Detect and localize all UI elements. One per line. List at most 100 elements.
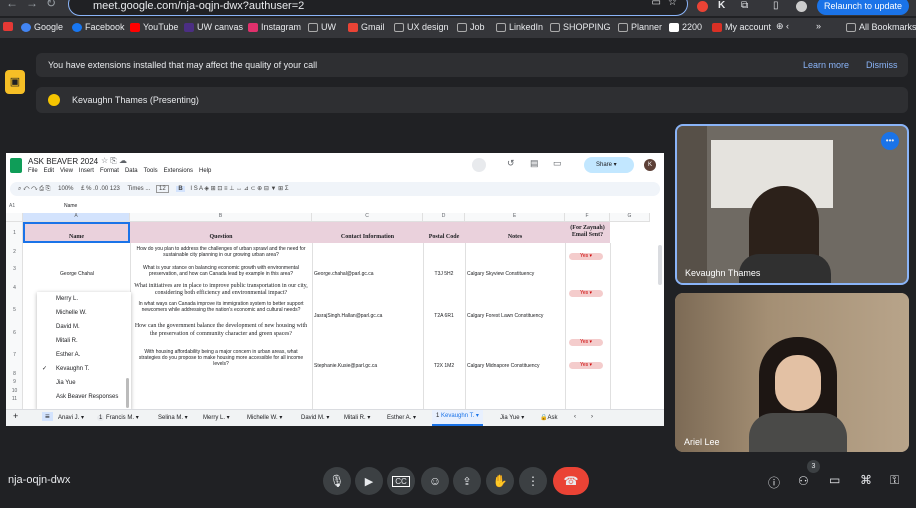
status-chip[interactable]: Yes ▾ [569, 362, 603, 369]
share-button[interactable]: Share ▾ [584, 157, 634, 173]
font-size-input[interactable]: 12 [156, 185, 169, 193]
cell-question[interactable]: How can the government balance the devel… [133, 322, 309, 338]
sheet-title[interactable]: ASK BEAVER 2024 [28, 157, 98, 166]
font-select[interactable]: Times ... [128, 186, 151, 192]
more-bookmarks-icon[interactable]: » [816, 21, 821, 31]
leave-call-button[interactable]: ☎ [553, 467, 589, 495]
star-icon[interactable]: ☆ [668, 0, 677, 8]
raise-hand-button[interactable]: ✋ [486, 467, 514, 495]
menu-edit[interactable]: Edit [44, 168, 54, 174]
cell-question[interactable]: What is your stance on balancing economi… [133, 265, 309, 277]
all-sheets-icon[interactable]: ≡ [42, 412, 53, 421]
k-extension-icon[interactable]: K [718, 0, 725, 11]
menu-help[interactable]: Help [199, 168, 211, 174]
sheet-menu-item[interactable]: Esther A. [37, 348, 131, 362]
all-bookmarks[interactable]: All Bookmarks [846, 22, 916, 32]
captions-button[interactable]: CC [387, 467, 415, 495]
cell-question[interactable]: How do you plan to address the challenge… [133, 246, 309, 258]
formula-bar[interactable]: Name [64, 203, 77, 209]
row-number[interactable]: 11 [6, 396, 23, 402]
cell-notes[interactable]: Calgary Midnapore Constituency [467, 363, 540, 369]
extension-icon[interactable] [697, 1, 708, 12]
star-icon[interactable]: ☆ ⎘ ☁ [101, 156, 127, 166]
tab-selina[interactable]: Selina M. ▾ [158, 414, 188, 421]
collaborator-avatar[interactable] [472, 158, 486, 172]
status-chip[interactable]: Yes ▾ [569, 290, 603, 297]
sheet-menu-item[interactable]: Jia Yue [37, 376, 131, 390]
more-options-button[interactable]: ⋮ [519, 467, 547, 495]
row-number[interactable]: 5 [6, 307, 23, 313]
tab-jia-yue[interactable]: Jia Yue ▾ [500, 414, 524, 421]
participant-tile[interactable]: ••• Kevaughn Thames [675, 124, 909, 285]
bookmark-planner[interactable]: Planner [618, 22, 662, 32]
zoom-select[interactable]: 100% [58, 186, 73, 192]
forward-icon[interactable]: → [26, 0, 38, 10]
cell-question[interactable]: What initiatives are in place to improve… [133, 283, 309, 297]
status-chip[interactable]: Yes ▾ [569, 253, 603, 260]
cell-question[interactable]: In what ways can Canada improve its immi… [133, 301, 309, 313]
sheet-menu-item[interactable]: Ask Beaver Responses [37, 390, 131, 404]
cell-notes[interactable]: Calgary Forest Lawn Constituency [467, 313, 543, 319]
col-header-d[interactable]: D [423, 213, 465, 222]
meet-icon[interactable]: ▭ [553, 158, 562, 169]
col-header-f[interactable]: F [565, 213, 610, 222]
dismiss-button[interactable]: Dismiss [866, 60, 898, 70]
cell-postal[interactable]: T2A 6R1 [424, 313, 464, 319]
bookmark-google[interactable]: Google [21, 22, 63, 32]
bookmark-shopping[interactable]: SHOPPING [550, 22, 611, 32]
col-header-b[interactable]: B [130, 213, 312, 222]
reload-icon[interactable]: ↻ [46, 0, 56, 10]
history-icon[interactable]: ↺ [507, 158, 515, 169]
learn-more-link[interactable]: Learn more [803, 60, 849, 70]
vertical-scrollbar[interactable] [658, 245, 662, 285]
sheet-menu-item[interactable]: David M. [37, 320, 131, 334]
menu-format[interactable]: Format [100, 168, 119, 174]
sheet-menu-item[interactable]: Michelle W. [37, 306, 131, 320]
tab-esther[interactable]: Esther A. ▾ [387, 414, 416, 421]
sheet-menu-item[interactable]: Merry L. [37, 292, 131, 306]
profile-avatar[interactable] [796, 1, 807, 12]
status-chip[interactable]: Yes ▾ [569, 339, 603, 346]
relaunch-button[interactable]: Relaunch to update [817, 0, 909, 15]
menu-view[interactable]: View [60, 168, 73, 174]
row-number[interactable]: 10 [6, 388, 23, 394]
bookmark-uw[interactable]: UW [308, 22, 336, 32]
bookmark-ux-design[interactable]: UX design [394, 22, 449, 32]
chat-icon[interactable]: ▭ [829, 473, 840, 487]
tab-michelle[interactable]: Michelle W. ▾ [247, 414, 282, 421]
bookmark-uw-canvas[interactable]: UW canvas [184, 22, 243, 32]
col-header-e[interactable]: E [465, 213, 565, 222]
menu-tools[interactable]: Tools [144, 168, 158, 174]
format-icons[interactable]: £ % .0 .00 123 [81, 186, 120, 192]
cell-question[interactable]: With housing affordability being a major… [133, 349, 309, 367]
tab-ask[interactable]: 🔒Ask [540, 414, 558, 421]
menu-file[interactable]: File [28, 168, 38, 174]
host-controls-icon[interactable]: ⚿ [890, 473, 899, 488]
cell-notes[interactable]: Calgary Skyview Constituency [467, 271, 534, 277]
cell-reference[interactable]: A1 [9, 203, 15, 209]
menu-insert[interactable]: Insert [79, 168, 94, 174]
tab-kevaughn-active[interactable]: 1 Kevaughn T. ▾ [432, 410, 483, 426]
tab-mitali[interactable]: Mitali R. ▾ [344, 414, 370, 421]
menu-extensions[interactable]: Extensions [164, 168, 193, 174]
col-header-c[interactable]: C [312, 213, 423, 222]
microphone-button[interactable]: 🎙 [323, 467, 351, 495]
col-header-a[interactable]: A [23, 213, 130, 222]
bookmark-job[interactable]: Job [457, 22, 485, 32]
tab-merry[interactable]: Merry L. ▾ [203, 414, 230, 421]
tab-david[interactable]: David M. ▾ [301, 414, 329, 421]
menu-scrollbar[interactable] [126, 378, 129, 408]
row-number[interactable]: 9 [6, 379, 23, 385]
camera-button[interactable]: ▶ [355, 467, 383, 495]
user-avatar[interactable]: K [644, 159, 656, 171]
cell-name[interactable]: George Chahal [24, 271, 130, 277]
sheet-menu-item-active[interactable]: ✓ Kevaughn T. [37, 362, 131, 376]
tab-scroll-right[interactable]: › [591, 414, 593, 420]
cast-icon[interactable]: ▭ [652, 0, 661, 8]
tab-scroll-left[interactable]: ‹ [574, 414, 576, 420]
comment-icon[interactable]: ▤ [530, 158, 539, 169]
text-tools[interactable]: I S A ◈ ⊞ ⊡ ≡ ⊥ ↔ ⊿ ⊂ ⊕ ⊟ ▼ ⊞ Σ [190, 186, 288, 192]
col-header-g[interactable]: G [610, 213, 650, 222]
row-number[interactable]: 8 [6, 371, 23, 377]
row-number[interactable]: 2 [6, 249, 23, 255]
